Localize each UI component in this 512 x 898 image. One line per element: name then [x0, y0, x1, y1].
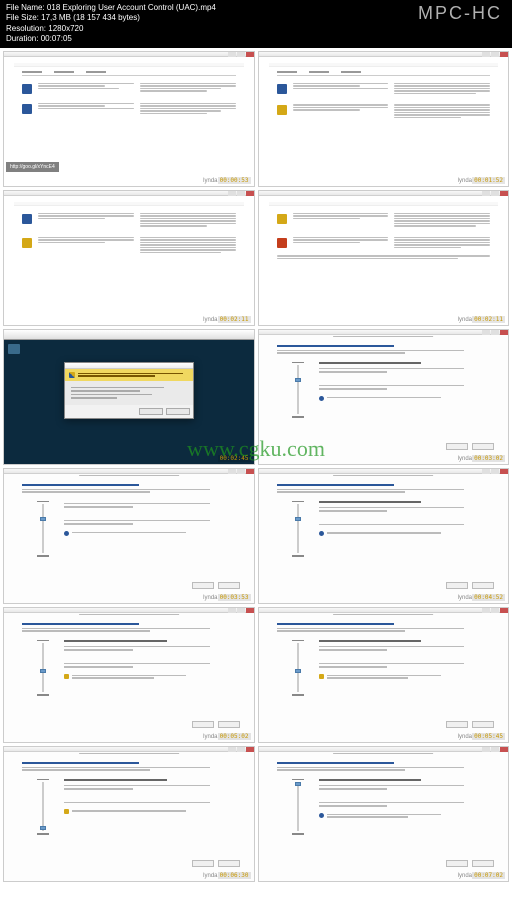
shield-icon: [22, 104, 32, 114]
cancel-button[interactable]: [472, 582, 494, 589]
window-titlebar: [4, 330, 254, 340]
timestamp: 00:02:45: [218, 455, 251, 462]
info-icon: [319, 396, 324, 401]
thumbnail-7[interactable]: lynda 00:03:53: [3, 468, 255, 604]
warn-icon: [319, 674, 324, 679]
file-metadata: File Name: 018 Exploring User Account Co…: [6, 3, 216, 45]
thumbnail-3[interactable]: lynda 00:02:11: [3, 190, 255, 326]
ok-button[interactable]: [192, 860, 214, 867]
cancel-button[interactable]: [218, 860, 240, 867]
uac-slider[interactable]: [36, 640, 50, 696]
cancel-button[interactable]: [472, 860, 494, 867]
thumbnail-11[interactable]: lynda 00:06:30: [3, 746, 255, 882]
timestamp: 00:01:52: [472, 177, 505, 184]
lynda-watermark: lynda: [203, 178, 217, 184]
thumbnail-5[interactable]: 00:02:45: [3, 329, 255, 465]
uac-banner: [65, 369, 193, 381]
uac-slider[interactable]: [36, 779, 50, 835]
timestamp: 00:03:02: [472, 455, 505, 462]
filename-label: File Name:: [6, 3, 45, 12]
cancel-button[interactable]: [472, 443, 494, 450]
metadata-header: File Name: 018 Exploring User Account Co…: [0, 0, 512, 48]
cancel-button[interactable]: [218, 582, 240, 589]
ok-button[interactable]: [446, 443, 468, 450]
warn-icon: [64, 809, 69, 814]
ok-button[interactable]: [192, 721, 214, 728]
ok-button[interactable]: [446, 582, 468, 589]
thumbnail-10[interactable]: lynda 00:05:45: [258, 607, 510, 743]
thumbnail-8[interactable]: lynda 00:04:52: [258, 468, 510, 604]
info-icon: [319, 813, 324, 818]
shield-icon: [22, 84, 32, 94]
timestamp: 00:02:11: [472, 316, 505, 323]
uac-slider[interactable]: [291, 501, 305, 557]
url-badge: http://goo.gl/xYncE4: [6, 162, 59, 172]
uac-slider[interactable]: [291, 362, 305, 418]
lynda-watermark: lynda: [458, 456, 472, 462]
shield-warn-icon: [277, 214, 287, 224]
slider-thumb[interactable]: [295, 378, 301, 382]
info-icon: [64, 531, 69, 536]
thumbnail-9[interactable]: lynda 00:05:02: [3, 607, 255, 743]
no-button[interactable]: [166, 408, 190, 415]
shield-icon: [69, 372, 75, 378]
uac-slider[interactable]: [291, 779, 305, 835]
yes-button[interactable]: [139, 408, 163, 415]
desktop-icon: [8, 344, 20, 354]
thumbnail-4[interactable]: lynda 00:02:11: [258, 190, 510, 326]
resolution-value: 1280x720: [48, 24, 83, 33]
uac-slider[interactable]: [36, 501, 50, 557]
thumbnail-2[interactable]: lynda 00:01:52: [258, 51, 510, 187]
lynda-watermark: lynda: [203, 317, 217, 323]
app-logo: MPC-HC: [418, 3, 506, 24]
shield-warn-icon: [22, 238, 32, 248]
timestamp: 00:00:53: [218, 177, 251, 184]
ok-button[interactable]: [192, 582, 214, 589]
duration-label: Duration:: [6, 34, 38, 43]
thumbnail-6[interactable]: lynda 00:03:02: [258, 329, 510, 465]
thumbnail-grid: http://goo.gl/xYncE4 lynda 00:00:53 lynd…: [0, 48, 512, 885]
ok-button[interactable]: [446, 860, 468, 867]
cancel-button[interactable]: [218, 721, 240, 728]
shield-warn-icon: [277, 105, 287, 115]
duration-value: 00:07:05: [41, 34, 72, 43]
info-icon: [319, 531, 324, 536]
warn-icon: [64, 674, 69, 679]
lynda-watermark: lynda: [458, 317, 472, 323]
thumbnail-12[interactable]: lynda 00:07:02: [258, 746, 510, 882]
resolution-label: Resolution:: [6, 24, 46, 33]
shield-block-icon: [277, 238, 287, 248]
ok-button[interactable]: [446, 721, 468, 728]
filesize-value: 17,3 MB (18 157 434 bytes): [41, 13, 140, 22]
uac-slider[interactable]: [291, 640, 305, 696]
cancel-button[interactable]: [472, 721, 494, 728]
shield-icon: [22, 214, 32, 224]
timestamp: 00:02:11: [218, 316, 251, 323]
shield-icon: [277, 84, 287, 94]
uac-dialog: [64, 362, 194, 419]
thumbnail-1[interactable]: http://goo.gl/xYncE4 lynda 00:00:53: [3, 51, 255, 187]
filename-value: 018 Exploring User Account Control (UAC)…: [47, 3, 216, 12]
lynda-watermark: lynda: [458, 178, 472, 184]
filesize-label: File Size:: [6, 13, 39, 22]
